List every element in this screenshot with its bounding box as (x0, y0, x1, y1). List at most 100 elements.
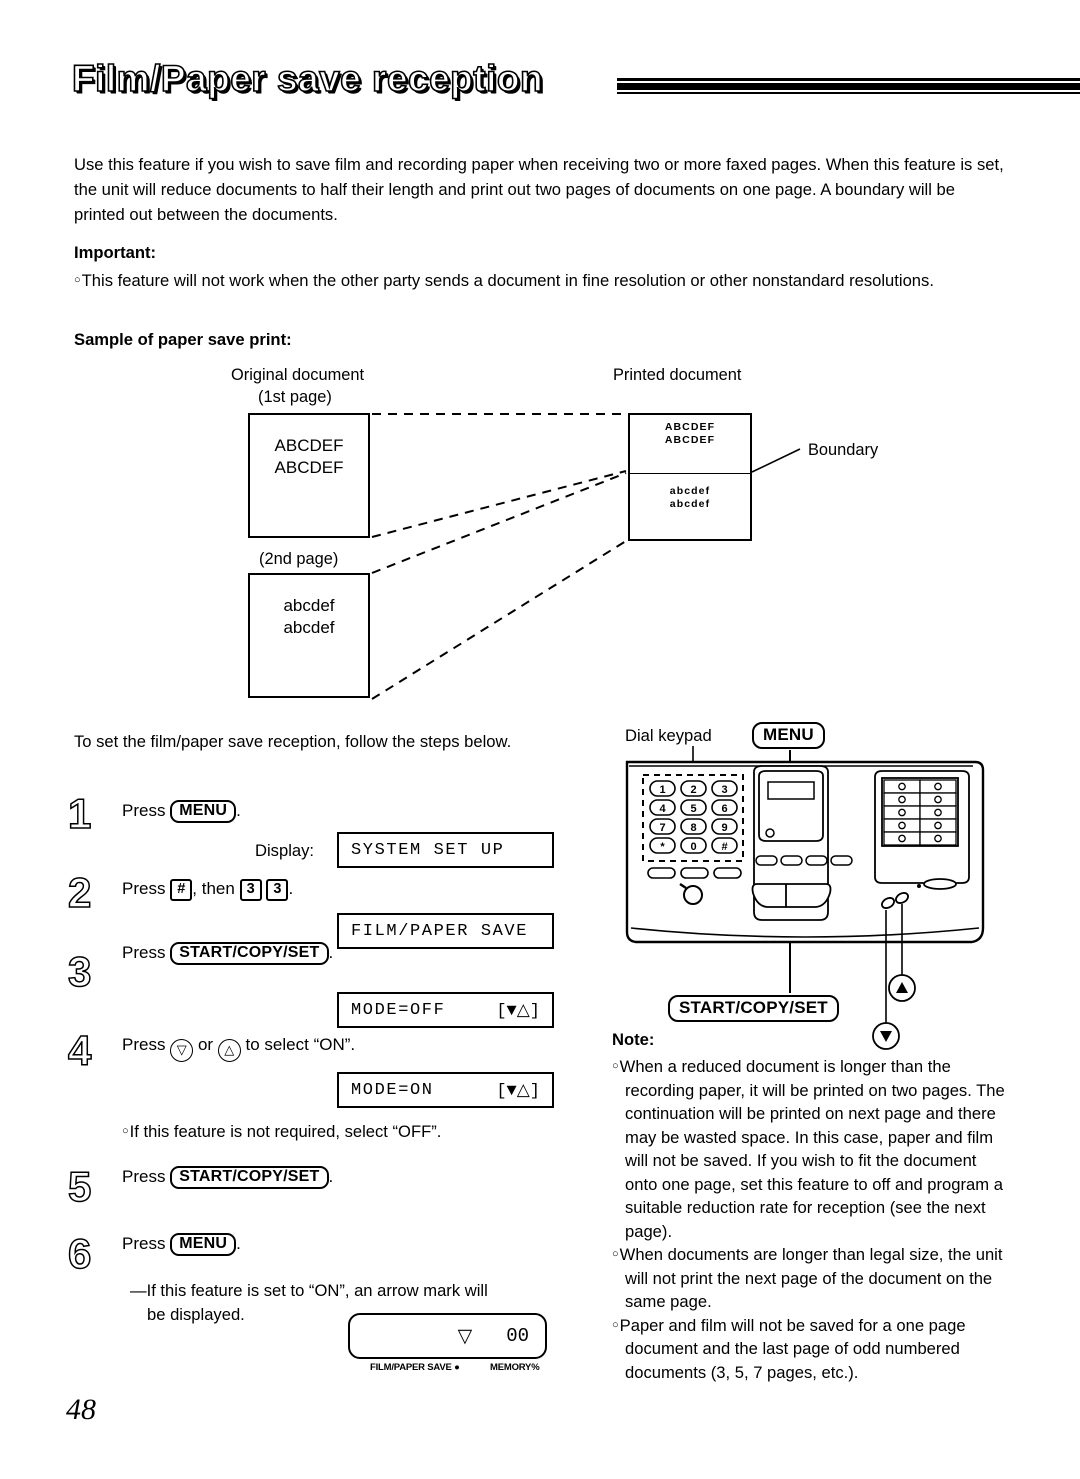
step-6-number: 6 (67, 1230, 92, 1277)
important-heading: Important: (74, 243, 157, 262)
original-page-1-box: ABCDEF ABCDEF (248, 413, 370, 538)
step-5-press-word: Press (122, 1167, 166, 1186)
orig-p2-line1: abcdef (283, 596, 335, 615)
procedure-intro: To set the film/paper save reception, fo… (74, 732, 512, 751)
lcd-system-set-up-text: SYSTEM SET UP (351, 840, 505, 860)
down-arrow-key[interactable]: ▽ (170, 1039, 194, 1062)
svg-text:0: 0 (690, 841, 696, 853)
step-4-instruction: Press ▽ or △ to select “ON”. (122, 1035, 355, 1062)
bullet-circle-icon: ○ (612, 1318, 619, 1331)
bullet-circle-icon: ○ (122, 1125, 129, 1137)
start-copy-set-key-5[interactable]: START/COPY/SET (170, 1166, 329, 1189)
lcd-mode-off-arrows: [▼△] (496, 1001, 540, 1021)
menu-key-6[interactable]: MENU (170, 1233, 237, 1256)
note-bullet-list: ○When a reduced document is longer than … (612, 1055, 1012, 1384)
important-bullet-text: This feature will not work when the othe… (81, 271, 934, 290)
note-bullet-3: Paper and film will not be saved for a o… (619, 1315, 966, 1382)
start-copy-set-key-3[interactable]: START/COPY/SET (170, 942, 329, 965)
svg-text:1: 1 (659, 784, 665, 796)
hash-key[interactable]: # (170, 879, 193, 901)
step-6-note-line2: be displayed. (147, 1305, 245, 1324)
svg-text:5: 5 (690, 803, 696, 815)
step-6-note-line1: —If this feature is set to “ON”, an arro… (130, 1281, 488, 1300)
step-2-period: . (288, 879, 294, 898)
bullet-circle-icon: ○ (74, 274, 81, 286)
svg-text:7: 7 (659, 822, 665, 834)
bullet-circle-icon: ○ (612, 1060, 619, 1072)
manual-page: Film/Paper save reception Use this featu… (0, 0, 1080, 1479)
step-2-number: 2 (67, 869, 92, 916)
up-arrow-key[interactable]: △ (217, 1039, 241, 1062)
menu-callout-label: MENU (752, 722, 825, 749)
display-label: Display: (255, 841, 315, 860)
printed-bottom-line1: abcdef (669, 485, 711, 497)
step-5-instruction: Press START/COPY/SET. (122, 1166, 333, 1189)
page-title: Film/Paper save reception (71, 57, 544, 100)
lcd-memory-value: 00 (506, 1325, 529, 1347)
digit-key-3b[interactable]: 3 (266, 879, 289, 901)
original-document-label: Original document (231, 366, 365, 384)
start-copy-set-callout-label: START/COPY/SET (668, 995, 839, 1022)
lcd-mode-on-left: MODE=ON (351, 1080, 434, 1100)
lcd-arrow-memory: ▽ 00 (348, 1313, 547, 1359)
step-4-bullet-text: If this feature is not required, select … (129, 1122, 442, 1141)
orig-p1-line2: ABCDEF (274, 458, 344, 477)
step-4-bullet: ○If this feature is not required, select… (122, 1122, 441, 1142)
svg-text:3: 3 (721, 784, 727, 796)
step-5-number: 5 (67, 1163, 92, 1210)
step-6-period: . (236, 1234, 241, 1253)
page-number: 48 (66, 1393, 96, 1426)
boundary-divider (630, 473, 750, 474)
step-1-press-word: Press (122, 801, 166, 820)
bullet-circle-icon: ○ (612, 1248, 619, 1260)
first-page-label: (1st page) (258, 388, 332, 406)
step-3-press-word: Press (122, 943, 166, 962)
lcd-mode-on: MODE=ON [▼△] (337, 1072, 554, 1108)
svg-text:*: * (660, 841, 665, 853)
orig-p2-line2: abcdef (283, 618, 335, 637)
printed-top-line1: ABCDEF (664, 421, 716, 433)
printed-document-label: Printed document (613, 366, 742, 384)
page-header: Film/Paper save reception (71, 57, 1080, 114)
svg-text:4: 4 (659, 803, 666, 815)
title-rule (617, 78, 1080, 96)
note-bullet-2: When documents are longer than legal siz… (619, 1245, 1003, 1311)
lcd-mode-off-left: MODE=OFF (351, 1000, 446, 1020)
dial-keypad-label: Dial keypad (625, 726, 712, 745)
step-1-number: 1 (67, 790, 92, 837)
lcd-film-paper-save-text: FILM/PAPER SAVE (351, 921, 529, 941)
step-4-or-word: or (197, 1035, 214, 1054)
note-heading: Note: (612, 1030, 655, 1049)
lcd-sublabel-memory: MEMORY% (490, 1362, 540, 1373)
step-3-instruction: Press START/COPY/SET. (122, 942, 333, 965)
step-5-period: . (328, 1167, 334, 1186)
step-2-then-word: , then (192, 879, 235, 898)
lcd-system-set-up: SYSTEM SET UP (337, 832, 554, 868)
svg-text:8: 8 (690, 822, 696, 834)
step-6-instruction: Press MENU. (122, 1233, 241, 1256)
original-page-2-box: abcdef abcdef (248, 573, 370, 698)
menu-key-1[interactable]: MENU (170, 800, 237, 823)
step-6-press-word: Press (122, 1234, 166, 1253)
orig-p1-line1: ABCDEF (274, 436, 344, 455)
step-4-press-word: Press (122, 1035, 166, 1054)
step-1-instruction: Press MENU. (122, 800, 241, 823)
lcd-mode-on-arrows: [▼△] (496, 1081, 540, 1101)
step-2-instruction: Press #, then 3 3. (122, 879, 293, 901)
step-3-number: 3 (67, 948, 92, 995)
important-bullet: ○This feature will not work when the oth… (74, 268, 974, 293)
step-2-press-word: Press (122, 879, 166, 898)
boundary-label: Boundary (808, 441, 879, 459)
svg-text:2: 2 (690, 784, 696, 796)
digit-key-3a[interactable]: 3 (239, 879, 262, 901)
lcd-mode-off: MODE=OFF [▼△] (337, 992, 554, 1028)
svg-text:6: 6 (721, 803, 727, 815)
printed-bottom-line2: abcdef (669, 498, 711, 510)
step-1-period: . (236, 801, 241, 820)
sample-heading: Sample of paper save print: (74, 330, 292, 349)
printed-top-line2: ABCDEF (664, 434, 716, 446)
step-4-tail: to select “ON”. (245, 1035, 356, 1054)
printed-document-box: ABCDEF ABCDEF abcdef abcdef (628, 413, 752, 541)
intro-paragraph: Use this feature if you wish to save fil… (74, 155, 1004, 224)
svg-text:9: 9 (721, 822, 727, 834)
